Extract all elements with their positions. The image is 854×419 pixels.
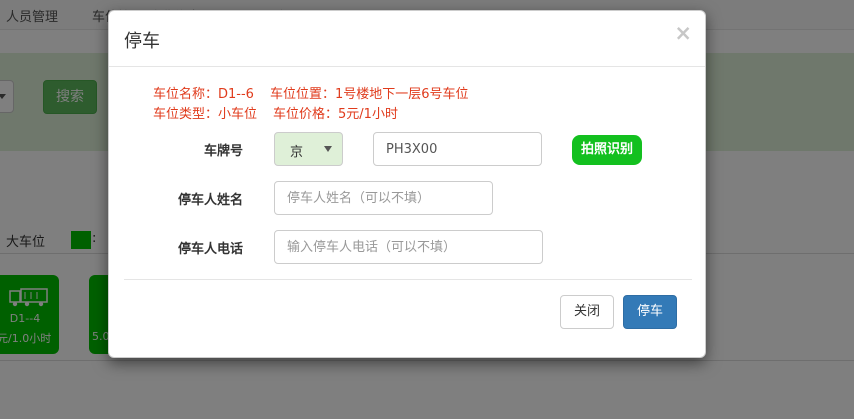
spot-price: 车位价格：5元/1小时: [273, 107, 398, 122]
modal-title: 停车: [124, 31, 160, 52]
spot-info-line: 车位类型：小车位 车位价格：5元/1小时: [153, 103, 398, 122]
close-button[interactable]: 关闭: [560, 295, 614, 329]
spot-location: 车位位置：1号楼地下一层6号车位: [269, 87, 469, 102]
driver-name-input[interactable]: [274, 181, 493, 215]
close-icon[interactable]: ×: [674, 23, 692, 44]
modal-footer-divider: [124, 279, 692, 280]
park-modal: 停车 × 车位名称：D1--6 车位位置：1号楼地下一层6号车位 车位类型：小车位…: [108, 10, 706, 358]
photo-recognize-button[interactable]: 拍照识别: [572, 135, 642, 165]
plate-label: 车牌号: [203, 144, 243, 159]
spot-name: 车位名称：D1--6: [153, 87, 254, 102]
park-button[interactable]: 停车: [623, 295, 677, 329]
spot-info-line: 车位名称：D1--6 车位位置：1号楼地下一层6号车位: [153, 83, 468, 102]
province-value: 京: [290, 145, 304, 160]
driver-phone-label: 停车人电话: [177, 242, 243, 257]
driver-phone-input[interactable]: [274, 230, 543, 264]
province-select[interactable]: 京: [274, 132, 343, 166]
modal-header: 停车 ×: [109, 11, 705, 67]
spot-type: 车位类型：小车位: [153, 107, 258, 122]
plate-number-input[interactable]: [373, 132, 542, 166]
chevron-down-icon: [324, 146, 332, 152]
driver-name-label: 停车人姓名: [177, 193, 243, 208]
